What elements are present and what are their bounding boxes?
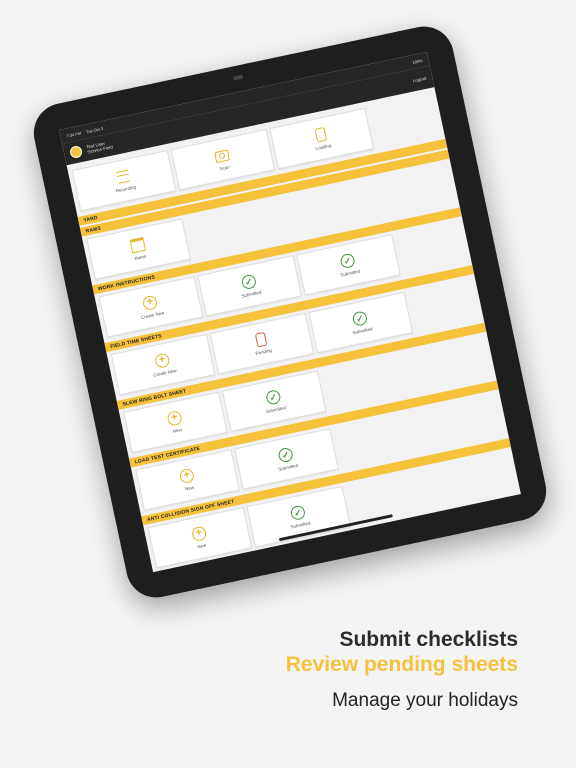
check-icon: ✓	[301, 562, 319, 573]
plus-icon: +	[190, 525, 208, 543]
status-battery: 100%	[411, 57, 424, 65]
camera-icon-glyph	[214, 148, 231, 163]
caption-submit-checklists: Submit checklists	[339, 628, 518, 651]
check-icon: ✓	[289, 504, 307, 522]
check-icon: ✓	[277, 446, 294, 464]
caption-manage-holidays: Manage your holidays	[332, 690, 518, 711]
card-label: New	[172, 427, 183, 434]
check-icon: ✓	[240, 273, 258, 291]
check-icon-glyph: ✓	[265, 389, 282, 406]
plus-icon: +	[178, 467, 196, 485]
plus-icon-glyph: +	[190, 525, 208, 543]
tablet-screen: 7:34 PM Tue Oct 3 100% Test User Service…	[59, 51, 521, 573]
card-label: Submitted	[339, 268, 361, 278]
plus-icon-glyph: +	[178, 467, 196, 485]
card-label: Submitted	[290, 520, 311, 530]
tablet-device: 7:34 PM Tue Oct 3 100% Test User Service…	[28, 21, 552, 603]
camera-icon	[214, 147, 231, 164]
front-camera	[232, 74, 244, 81]
check-icon: ✓	[265, 389, 282, 406]
watch-icon	[253, 331, 270, 348]
card-label: Scan	[219, 164, 231, 172]
check-icon: ✓	[351, 310, 369, 327]
card-label: Submitted	[352, 326, 373, 336]
check-icon-glyph: ✓	[240, 273, 258, 291]
sections-list: Recording Scan Loading YARD RAMS Rams WORK IN…	[67, 87, 521, 573]
card-label: Create New	[140, 310, 165, 321]
card-label: Submitted	[277, 462, 299, 472]
lines-icon-glyph	[116, 169, 131, 184]
plus-icon-glyph: +	[141, 294, 159, 312]
plus-icon-glyph: +	[154, 352, 171, 369]
card-label: Recording	[115, 184, 137, 194]
card-label: New	[196, 542, 207, 550]
user-info: Test User Service Field	[86, 139, 114, 155]
card-label: Submitted	[241, 289, 262, 299]
box-icon-glyph	[129, 236, 147, 254]
status-time: 7:34 PM	[65, 130, 82, 139]
card-label: Pending	[255, 347, 273, 357]
timer-icon	[313, 126, 330, 143]
plus-icon: +	[154, 352, 171, 369]
check-icon-glyph: ✓	[301, 562, 319, 573]
check-icon: ✓	[339, 252, 356, 270]
plus-icon-glyph: +	[166, 410, 183, 427]
watch-icon-glyph	[254, 331, 268, 348]
card-label: New	[184, 484, 195, 492]
status-date: Tue Oct 3	[85, 125, 104, 134]
plus-icon: +	[141, 294, 159, 312]
card-label: Create New	[152, 367, 178, 378]
lines-icon	[115, 168, 132, 185]
app-logo-icon	[68, 144, 84, 160]
card-submitted[interactable]: ✓Submitted	[258, 543, 364, 573]
plus-icon: +	[166, 410, 183, 427]
box-icon	[129, 236, 147, 254]
card-label: Rams	[134, 253, 147, 262]
logout-button[interactable]: Logout	[412, 75, 427, 83]
check-icon-glyph: ✓	[339, 252, 356, 270]
check-icon-glyph: ✓	[289, 504, 307, 522]
caption-review-pending: Review pending sheets	[285, 653, 518, 676]
card-label: Submitted	[265, 404, 287, 415]
check-icon-glyph: ✓	[351, 310, 369, 327]
check-icon-glyph: ✓	[277, 446, 294, 464]
card-label: Loading	[315, 142, 332, 152]
timer-icon-glyph	[314, 126, 328, 143]
